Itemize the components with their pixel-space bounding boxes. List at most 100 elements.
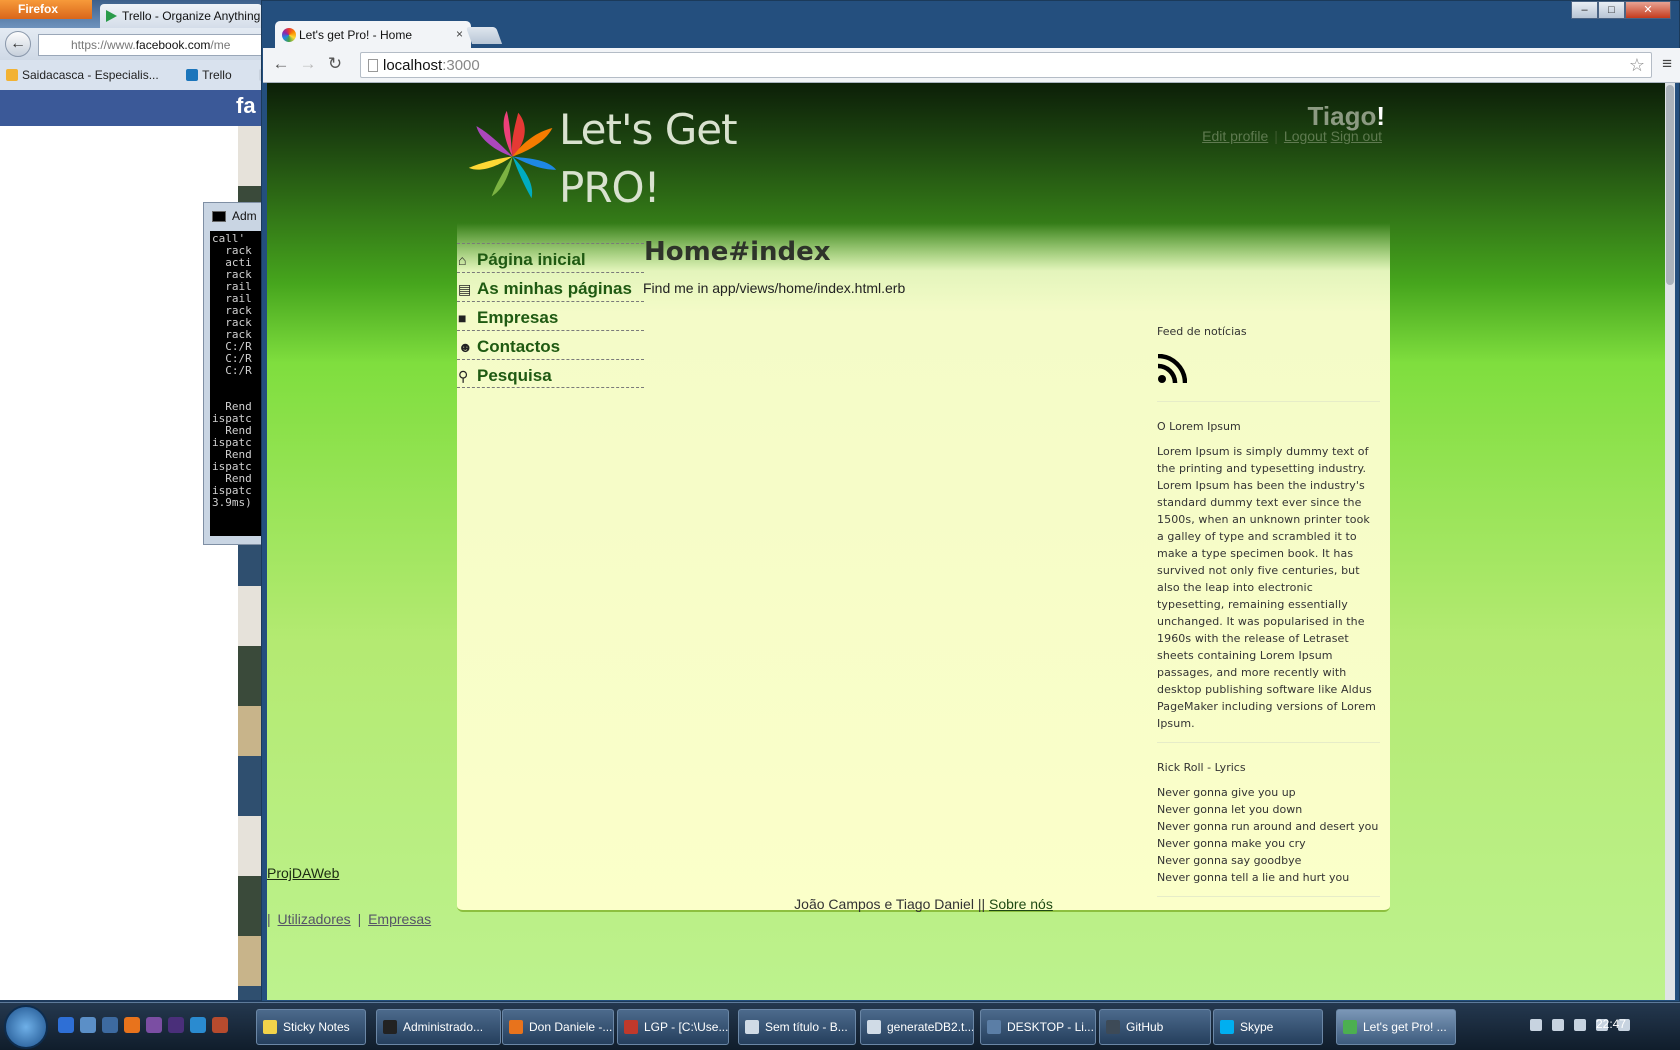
rss-icon[interactable]	[1157, 353, 1188, 384]
back-arrow-icon[interactable]: ←	[5, 31, 31, 57]
explorer-icon[interactable]	[80, 1017, 96, 1033]
bookmark-item[interactable]: Trello	[186, 68, 244, 82]
sign-out-link[interactable]: Sign out	[1331, 128, 1382, 144]
task-label: Sem título - B...	[765, 1020, 848, 1034]
separator: |	[357, 911, 362, 927]
tab-close-icon[interactable]: ×	[456, 27, 463, 41]
firefox-tab[interactable]: Trello - Organize Anything	[100, 4, 262, 28]
sobre-nos-link[interactable]: Sobre nós	[989, 896, 1053, 912]
chrome-tab[interactable]: Let's get Pro! - Home ×	[275, 21, 471, 48]
bookmark-label: Trello	[202, 68, 232, 82]
omnibox[interactable]: localhost:3000 ☆	[360, 52, 1652, 78]
main-nav: ⌂ Página inicial ▤ As minhas páginas ■ Empr…	[457, 243, 644, 388]
ie-icon[interactable]	[58, 1017, 74, 1033]
app-icon[interactable]	[146, 1017, 162, 1033]
nav-item-empresas[interactable]: ■ Empresas	[457, 301, 644, 330]
lyrics-line: Never gonna give you up	[1157, 786, 1296, 799]
bookmark-star-icon[interactable]: ☆	[1629, 55, 1645, 76]
bookmark-item[interactable]: Saidacasca - Especialis...	[6, 68, 171, 82]
task-label: Sticky Notes	[283, 1020, 350, 1034]
ws-icon[interactable]	[190, 1017, 206, 1033]
scrollbar[interactable]	[1665, 83, 1675, 1000]
desktop-icon[interactable]	[102, 1017, 118, 1033]
nav-item-pagina-inicial[interactable]: ⌂ Página inicial	[457, 243, 644, 272]
lyrics-line: Never gonna let you down	[1157, 803, 1303, 816]
premiere-icon[interactable]	[168, 1017, 184, 1033]
taskbar-task[interactable]: Let's get Pro! ...	[1336, 1009, 1456, 1045]
feed-title: Feed de notícias	[1157, 325, 1247, 338]
task-app-icon	[383, 1020, 397, 1034]
chrome-toolbar: ← → ↻ localhost:3000 ☆ ≡	[263, 48, 1680, 83]
start-button-icon[interactable]	[4, 1005, 48, 1049]
nav-item-contactos[interactable]: ☻ Contactos	[457, 330, 644, 359]
bottom-links: | Utilizadores | Empresas	[267, 911, 434, 927]
page-viewport: Let's Get PRO! Tiago! Edit profile | Logou…	[267, 83, 1675, 1000]
new-tab-button[interactable]	[465, 27, 503, 44]
logout-link[interactable]: Logout	[1284, 128, 1327, 144]
site-title-line: Let's Get	[559, 105, 738, 154]
empresas-link[interactable]: Empresas	[368, 911, 431, 927]
task-label: Let's get Pro! ...	[1363, 1020, 1447, 1034]
id-card-icon: ▤	[458, 281, 472, 297]
firefox-address-bar[interactable]: https://www.facebook.com/me	[38, 34, 262, 56]
quick-launch	[58, 1017, 234, 1033]
lorem-title: O Lorem Ipsum	[1157, 420, 1241, 433]
chrome-menu-icon[interactable]: ≡	[1662, 54, 1672, 74]
firefox-navbar: ← https://www.facebook.com/me	[0, 28, 262, 60]
firefox-menu-button[interactable]: Firefox	[0, 0, 92, 19]
flag-icon[interactable]	[1552, 1019, 1564, 1031]
bookmark-icon	[6, 69, 18, 81]
taskbar-task[interactable]: Skype	[1213, 1009, 1323, 1045]
task-label: generateDB2.t...	[887, 1020, 974, 1034]
forward-arrow-icon[interactable]: →	[298, 54, 318, 74]
taskbar-task[interactable]: Sticky Notes	[256, 1009, 366, 1045]
taskbar-task[interactable]: Don Daniele -...	[502, 1009, 614, 1045]
taskbar-task[interactable]: DESKTOP - Li...	[980, 1009, 1096, 1045]
separator: |	[267, 911, 271, 927]
site-title: Let's Get PRO!	[559, 101, 819, 217]
page-footer: João Campos e Tiago Daniel || Sobre nós	[457, 896, 1390, 912]
close-icon[interactable]: ✕	[1625, 1, 1671, 19]
chrome-tab-title: Let's get Pro! - Home	[299, 28, 413, 42]
projdaweb-link[interactable]: ProjDAWeb	[267, 865, 339, 881]
utilizadores-link[interactable]: Utilizadores	[278, 911, 351, 927]
bookmarks-bar: Saidacasca - Especialis... Trello and	[0, 60, 262, 90]
console-icon	[212, 211, 226, 222]
minimize-icon[interactable]: –	[1571, 1, 1598, 19]
lorem-section: O Lorem Ipsum Lorem Ipsum is simply dumm…	[1157, 420, 1380, 743]
nav-item-label: As minhas páginas	[477, 279, 632, 298]
taskbar-task[interactable]: generateDB2.t...	[860, 1009, 974, 1045]
play-store-icon	[106, 10, 117, 22]
taskbar-task[interactable]: Sem título - B...	[738, 1009, 856, 1045]
tray-arrow-icon[interactable]	[1530, 1019, 1542, 1031]
task-label: LGP - [C:\Use...	[644, 1020, 729, 1034]
lyrics-section: Rick Roll - Lyrics Never gonna give you …	[1157, 761, 1380, 897]
mr-icon[interactable]	[212, 1017, 228, 1033]
lyrics-line: Never gonna say goodbye	[1157, 854, 1302, 867]
task-app-icon	[1220, 1020, 1234, 1034]
facebook-header: fa	[0, 90, 262, 126]
scrollbar-thumb[interactable]	[1666, 85, 1674, 285]
nav-item-pesquisa[interactable]: ⚲ Pesquisa	[457, 359, 644, 388]
windows-taskbar: Sticky Notes Administrado... Don Daniele -…	[0, 1002, 1680, 1050]
pinwheel-favicon-icon	[282, 28, 296, 42]
news-sidebar: Feed de notícias O Lorem Ipsum Lorem Ips…	[1157, 325, 1390, 915]
task-app-icon	[987, 1020, 1001, 1034]
nav-item-as-minhas-paginas[interactable]: ▤ As minhas páginas	[457, 272, 644, 301]
back-arrow-icon[interactable]: ←	[271, 54, 291, 74]
network-icon[interactable]	[1574, 1019, 1586, 1031]
edit-profile-link[interactable]: Edit profile	[1202, 128, 1268, 144]
content-panel: ⌂ Página inicial ▤ As minhas páginas ■ Empr…	[457, 223, 1390, 912]
taskbar-task[interactable]: LGP - [C:\Use...	[617, 1009, 729, 1045]
taskbar-task[interactable]: Administrado...	[376, 1009, 501, 1045]
bookmark-label: Saidacasca - Especialis...	[22, 68, 159, 82]
firefox-icon[interactable]	[124, 1017, 140, 1033]
window-controls: – □ ✕	[1571, 1, 1671, 21]
maximize-icon[interactable]: □	[1598, 1, 1625, 19]
task-app-icon	[745, 1020, 759, 1034]
lyrics-title: Rick Roll - Lyrics	[1157, 761, 1246, 774]
taskbar-task[interactable]: GitHub	[1099, 1009, 1211, 1045]
clock[interactable]: 22:47	[1596, 1017, 1626, 1031]
reload-icon[interactable]: ↻	[325, 54, 345, 74]
user-name-exclaim: !	[1376, 101, 1385, 131]
